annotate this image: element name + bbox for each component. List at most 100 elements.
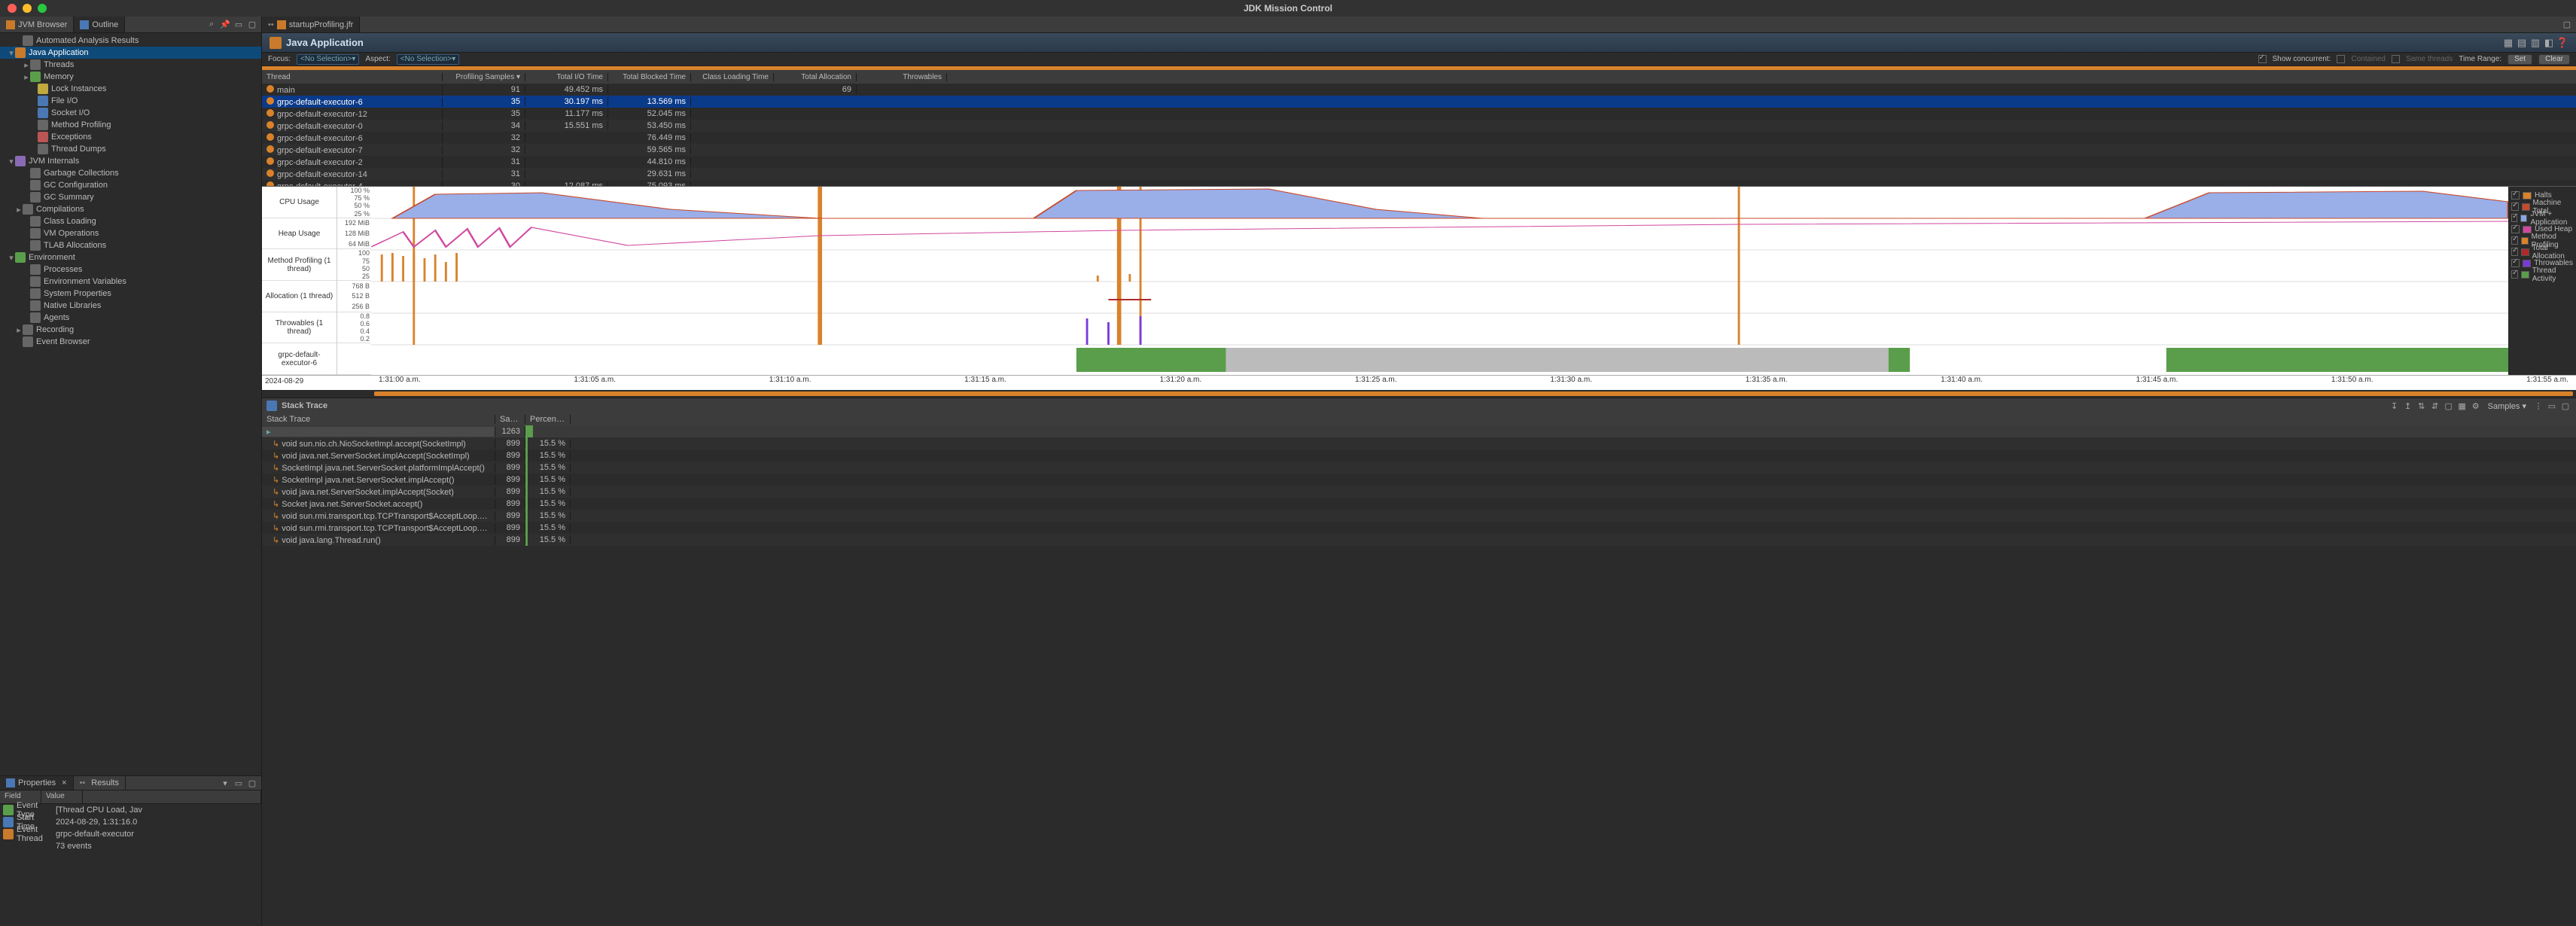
st-tool-2-icon[interactable]: ↥ (2402, 400, 2414, 412)
thread-row[interactable]: grpc-default-executor-63276.449 ms (262, 132, 2576, 144)
pin-icon[interactable]: 📌 (219, 19, 231, 31)
stack-frame-row[interactable]: ↳ void sun.rmi.transport.tcp.TCPTranspor… (262, 522, 2576, 534)
tab-properties[interactable]: Properties × (0, 776, 74, 790)
st-tool-3-icon[interactable]: ⇅ (2416, 400, 2428, 412)
stack-frame-row[interactable]: ↳ void sun.rmi.transport.tcp.TCPTranspor… (262, 510, 2576, 522)
maximize-view-icon[interactable]: ▢ (246, 777, 258, 789)
tree-item[interactable]: Agents (0, 312, 261, 324)
hdr-tool-3-icon[interactable]: ▥ (2529, 37, 2541, 49)
tree-item[interactable]: ▾JVM Internals (0, 155, 261, 167)
legend-checkbox[interactable] (2511, 225, 2520, 233)
col-io-time[interactable]: Total I/O Time (525, 73, 608, 81)
stack-frame-row[interactable]: ↳ void sun.nio.ch.NioSocketImpl.accept(S… (262, 437, 2576, 449)
st-tool-5-icon[interactable]: ▢ (2443, 400, 2455, 412)
maximize-view-icon[interactable]: ▢ (2559, 400, 2571, 412)
thread-row[interactable]: grpc-default-executor-23144.810 ms (262, 156, 2576, 168)
stack-frame-row[interactable]: ↳ SocketImpl java.net.ServerSocket.platf… (262, 461, 2576, 474)
tree-item[interactable]: Exceptions (0, 131, 261, 143)
col-profiling-samples[interactable]: Profiling Samples ▾ (443, 73, 525, 81)
legend-checkbox[interactable] (2511, 270, 2518, 279)
stack-frame-row[interactable]: ↳ void java.lang.Thread.run()89915.5 % (262, 534, 2576, 546)
col-stack-trace[interactable]: Stack Trace (262, 415, 495, 424)
tree-item[interactable]: ▸Memory (0, 71, 261, 83)
tree-item[interactable]: System Properties (0, 288, 261, 300)
legend-checkbox[interactable] (2511, 236, 2518, 245)
maximize-view-icon[interactable]: ▢ (246, 19, 258, 31)
tree-item[interactable]: ▾Environment (0, 251, 261, 263)
legend-checkbox[interactable] (2511, 203, 2519, 211)
tree-item[interactable]: Method Profiling (0, 119, 261, 131)
tree-item[interactable]: Thread Dumps (0, 143, 261, 155)
legend-item[interactable]: Thread Activity (2511, 269, 2573, 280)
show-concurrent-checkbox[interactable] (2258, 55, 2267, 63)
samples-dropdown[interactable]: Samples ▾ (2488, 401, 2526, 411)
legend-checkbox[interactable] (2511, 191, 2520, 200)
stack-trace-root-row[interactable]: ▸1263 (262, 425, 2576, 437)
outline-tree[interactable]: Automated Analysis Results▾Java Applicat… (0, 33, 261, 775)
tree-item[interactable]: ▾Java Application (0, 47, 261, 59)
tree-item[interactable]: Class Loading (0, 215, 261, 227)
st-tool-6-icon[interactable]: ▦ (2456, 400, 2468, 412)
st-menu-icon[interactable]: ⋮ (2532, 400, 2544, 412)
thread-table[interactable]: Thread Profiling Samples ▾ Total I/O Tim… (262, 70, 2576, 187)
focus-select[interactable]: <No Selection>▾ (297, 54, 359, 65)
tab-jvm-browser[interactable]: JVM Browser (0, 17, 74, 32)
col-percentage[interactable]: Percentage (525, 415, 571, 424)
same-threads-checkbox[interactable] (2392, 55, 2400, 63)
hdr-tool-4-icon[interactable]: ◧ (2543, 37, 2555, 49)
stack-frame-row[interactable]: ↳ Socket java.net.ServerSocket.accept()8… (262, 498, 2576, 510)
thread-row[interactable]: grpc-default-executor-43012.087 ms75.093… (262, 180, 2576, 187)
col-samples[interactable]: Samples (495, 415, 525, 424)
st-tool-7-icon[interactable]: ⚙ (2470, 400, 2482, 412)
tree-item[interactable]: TLAB Allocations (0, 239, 261, 251)
stack-frame-row[interactable]: ↳ void java.net.ServerSocket.implAccept(… (262, 486, 2576, 498)
hdr-tool-5-icon[interactable]: ❓ (2556, 37, 2568, 49)
tree-item[interactable]: Garbage Collections (0, 167, 261, 179)
st-tool-1-icon[interactable]: ↧ (2389, 400, 2401, 412)
col-class-loading[interactable]: Class Loading Time (691, 73, 774, 81)
tree-item[interactable]: Socket I/O (0, 107, 261, 119)
minimize-window-button[interactable] (23, 4, 32, 13)
property-row[interactable]: Event Threadgrpc-default-executor (0, 828, 261, 840)
tree-item[interactable]: File I/O (0, 95, 261, 107)
legend-checkbox[interactable] (2511, 214, 2517, 222)
col-throwables[interactable]: Throwables (857, 73, 947, 81)
aspect-select[interactable]: <No Selection>▾ (397, 54, 459, 65)
thread-row[interactable]: main9149.452 ms69 (262, 84, 2576, 96)
legend-checkbox[interactable] (2511, 259, 2520, 267)
stack-frame-row[interactable]: ↳ SocketImpl java.net.ServerSocket.implA… (262, 474, 2576, 486)
tree-item[interactable]: Automated Analysis Results (0, 35, 261, 47)
tree-item[interactable]: Environment Variables (0, 276, 261, 288)
tree-item[interactable]: ▸Compilations (0, 203, 261, 215)
tree-item[interactable]: Processes (0, 263, 261, 276)
minimize-view-icon[interactable]: ▭ (233, 777, 245, 789)
contained-checkbox[interactable] (2337, 55, 2345, 63)
tree-item[interactable]: Native Libraries (0, 300, 261, 312)
minimize-view-icon[interactable]: ▭ (2546, 400, 2558, 412)
tree-item[interactable]: GC Summary (0, 191, 261, 203)
close-icon[interactable]: × (62, 778, 66, 787)
tab-outline[interactable]: Outline (74, 17, 125, 32)
thread-row[interactable]: grpc-default-executor-73259.565 ms (262, 144, 2576, 156)
minimize-view-icon[interactable]: ▭ (233, 19, 245, 31)
hdr-tool-2-icon[interactable]: ▤ (2516, 37, 2528, 49)
legend-item[interactable]: Total Allocation (2511, 246, 2573, 257)
thread-row[interactable]: grpc-default-executor-03415.551 ms53.450… (262, 120, 2576, 132)
stack-trace-table[interactable]: ▸1263↳ void sun.nio.ch.NioSocketImpl.acc… (262, 425, 2576, 926)
st-tool-4-icon[interactable]: ⇵ (2429, 400, 2441, 412)
tab-editor-file[interactable]: •• startupProfiling.jfr (262, 17, 360, 32)
stack-frame-row[interactable]: ↳ void java.net.ServerSocket.implAccept(… (262, 449, 2576, 461)
tab-results[interactable]: •• Results (74, 776, 126, 790)
maximize-window-button[interactable] (38, 4, 47, 13)
search-icon[interactable]: ⌕ (206, 19, 218, 31)
thread-row[interactable]: grpc-default-executor-123511.177 ms52.04… (262, 108, 2576, 120)
tree-item[interactable]: Lock Instances (0, 83, 261, 95)
set-button[interactable]: Set (2507, 54, 2532, 65)
tree-item[interactable]: GC Configuration (0, 179, 261, 191)
tree-item[interactable]: Event Browser (0, 336, 261, 348)
clear-button[interactable]: Clear (2538, 54, 2570, 65)
tree-item[interactable]: VM Operations (0, 227, 261, 239)
hdr-tool-1-icon[interactable]: ▦ (2502, 37, 2514, 49)
col-blocked-time[interactable]: Total Blocked Time (608, 73, 691, 81)
charts-area[interactable]: CPU Usage Heap Usage Method Profiling (1… (262, 187, 2508, 375)
